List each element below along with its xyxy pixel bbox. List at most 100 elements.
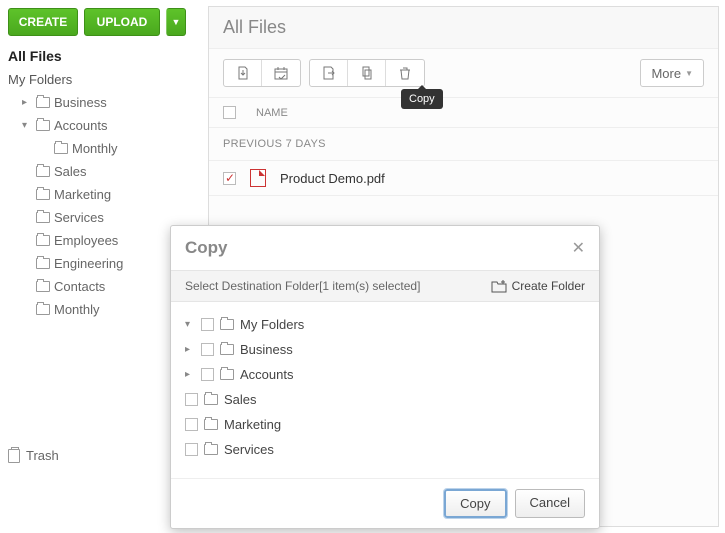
copy-button[interactable] bbox=[348, 60, 386, 86]
export-button[interactable] bbox=[310, 60, 348, 86]
folder-icon bbox=[220, 369, 234, 380]
expand-icon[interactable]: ▸ bbox=[22, 97, 32, 108]
trash-link[interactable]: Trash bbox=[8, 448, 59, 463]
dest-services[interactable]: Services bbox=[185, 437, 585, 462]
tree-item-contacts[interactable]: Contacts bbox=[8, 275, 192, 298]
tree-label: Employees bbox=[54, 233, 118, 248]
dialog-header: Copy ✕ bbox=[171, 226, 599, 270]
more-label: More bbox=[651, 66, 681, 81]
create-button[interactable]: CREATE bbox=[8, 8, 78, 36]
main-header: All Files bbox=[209, 7, 718, 49]
chevron-down-icon: ▼ bbox=[685, 69, 693, 78]
folder-icon bbox=[36, 304, 50, 315]
folder-icon bbox=[36, 97, 50, 108]
file-checkbox[interactable] bbox=[223, 172, 236, 185]
folder-tree: ▸ Business ▾Accounts Monthly Sales Market… bbox=[8, 91, 192, 321]
new-folder-icon bbox=[491, 279, 507, 293]
tree-label: Services bbox=[54, 210, 104, 225]
tree-label: Sales bbox=[54, 164, 87, 179]
tree-label: Monthly bbox=[54, 302, 100, 317]
expand-icon[interactable]: ▸ bbox=[185, 344, 195, 355]
dialog-body: ▾ My Folders ▸ Business ▸ Accounts Sales Ma… bbox=[171, 302, 599, 478]
page-title: All Files bbox=[223, 17, 704, 38]
column-header: NAME bbox=[209, 97, 718, 128]
toolbar: More ▼ Copy bbox=[209, 49, 718, 97]
cancel-button[interactable]: Cancel bbox=[515, 489, 585, 518]
delete-button[interactable] bbox=[386, 60, 424, 86]
dest-label: Marketing bbox=[224, 417, 281, 432]
tree-item-engineering[interactable]: Engineering bbox=[8, 252, 192, 275]
tree-label: Contacts bbox=[54, 279, 105, 294]
tree-item-marketing[interactable]: Marketing bbox=[8, 183, 192, 206]
dest-label: Services bbox=[224, 442, 274, 457]
dest-label: Business bbox=[240, 342, 293, 357]
tree-item-business[interactable]: ▸ Business bbox=[8, 91, 192, 114]
destination-tree: ▾ My Folders ▸ Business ▸ Accounts Sales Ma… bbox=[185, 312, 585, 462]
dest-label: Accounts bbox=[240, 367, 293, 382]
tree-item-employees[interactable]: Employees bbox=[8, 229, 192, 252]
trash-icon bbox=[8, 449, 20, 463]
folder-checkbox[interactable] bbox=[201, 343, 214, 356]
copy-dialog: Copy ✕ Select Destination Folder[1 item(… bbox=[170, 225, 600, 529]
folder-icon bbox=[36, 189, 50, 200]
chevron-down-icon: ▼ bbox=[172, 17, 181, 27]
tree-label: Marketing bbox=[54, 187, 111, 202]
toolbar-group-1 bbox=[223, 59, 301, 87]
tree-item-accounts[interactable]: ▾Accounts bbox=[8, 114, 192, 137]
dest-my-folders[interactable]: ▾ My Folders bbox=[185, 312, 585, 337]
tree-label: Business bbox=[54, 95, 107, 110]
collapse-icon[interactable]: ▾ bbox=[22, 120, 32, 131]
tree-item-services[interactable]: Services bbox=[8, 206, 192, 229]
dialog-footer: Copy Cancel bbox=[171, 478, 599, 528]
trash-label: Trash bbox=[26, 448, 59, 463]
section-previous-7-days: PREVIOUS 7 DAYS bbox=[209, 128, 718, 160]
schedule-button[interactable] bbox=[262, 60, 300, 86]
upload-dropdown-button[interactable]: ▼ bbox=[166, 8, 186, 36]
select-all-checkbox[interactable] bbox=[223, 106, 236, 119]
toolbar-group-2 bbox=[309, 59, 425, 87]
tree-item-monthly[interactable]: Monthly bbox=[8, 137, 192, 160]
tree-item-sales[interactable]: Sales bbox=[8, 160, 192, 183]
create-folder-label: Create Folder bbox=[512, 279, 585, 293]
more-button[interactable]: More ▼ bbox=[640, 59, 704, 87]
copy-tooltip: Copy bbox=[401, 89, 443, 109]
folder-checkbox[interactable] bbox=[185, 443, 198, 456]
folder-icon bbox=[220, 344, 234, 355]
close-button[interactable]: ✕ bbox=[572, 238, 585, 258]
dialog-subheader: Select Destination Folder[1 item(s) sele… bbox=[171, 270, 599, 302]
dest-marketing[interactable]: Marketing bbox=[185, 412, 585, 437]
upload-button[interactable]: UPLOAD bbox=[84, 8, 160, 36]
file-row[interactable]: Product Demo.pdf bbox=[209, 160, 718, 196]
file-name: Product Demo.pdf bbox=[280, 171, 385, 186]
folder-checkbox[interactable] bbox=[185, 418, 198, 431]
all-files-heading[interactable]: All Files bbox=[8, 48, 192, 64]
folder-icon bbox=[36, 120, 50, 131]
expand-icon[interactable]: ▸ bbox=[185, 369, 195, 380]
calendar-icon bbox=[273, 65, 289, 81]
folder-checkbox[interactable] bbox=[185, 393, 198, 406]
folder-icon bbox=[204, 444, 218, 455]
folder-icon bbox=[36, 281, 50, 292]
download-icon bbox=[235, 65, 251, 81]
export-icon bbox=[321, 65, 337, 81]
tree-label: Engineering bbox=[54, 256, 123, 271]
create-folder-button[interactable]: Create Folder bbox=[491, 279, 585, 293]
collapse-icon[interactable]: ▾ bbox=[185, 319, 195, 330]
download-button[interactable] bbox=[224, 60, 262, 86]
folder-checkbox[interactable] bbox=[201, 318, 214, 331]
folder-icon bbox=[36, 258, 50, 269]
my-folders-label[interactable]: My Folders bbox=[8, 72, 192, 87]
pdf-icon bbox=[250, 169, 266, 187]
dest-label: My Folders bbox=[240, 317, 304, 332]
dialog-title: Copy bbox=[185, 238, 228, 258]
destination-label: Select Destination Folder[1 item(s) sele… bbox=[185, 279, 420, 293]
dest-sales[interactable]: Sales bbox=[185, 387, 585, 412]
dest-business[interactable]: ▸ Business bbox=[185, 337, 585, 362]
trash-icon bbox=[397, 65, 413, 81]
folder-checkbox[interactable] bbox=[201, 368, 214, 381]
copy-confirm-button[interactable]: Copy bbox=[444, 489, 506, 518]
dest-accounts[interactable]: ▸ Accounts bbox=[185, 362, 585, 387]
tree-item-monthly2[interactable]: Monthly bbox=[8, 298, 192, 321]
folder-icon bbox=[36, 166, 50, 177]
name-column[interactable]: NAME bbox=[256, 107, 288, 119]
